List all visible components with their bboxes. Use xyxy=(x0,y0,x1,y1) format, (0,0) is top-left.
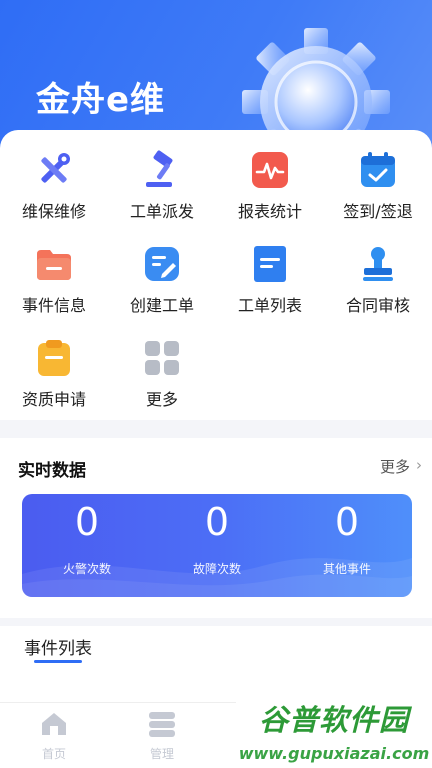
grid-item-label: 签到/签退 xyxy=(343,202,413,221)
feature-grid-card: 维保维修 工单派发 报表统计 签到/签退 事件信息 创建工单 工单列表 合同审核… xyxy=(0,130,432,420)
realtime-section: 实时数据 更多 › 0 火警次数 0 故障次数 0 其他事件 xyxy=(0,438,432,618)
gavel-icon xyxy=(142,150,182,190)
grid-item-label: 创建工单 xyxy=(129,296,194,315)
tab-event-list[interactable]: 事件列表 xyxy=(24,634,92,659)
stat-value: 0 xyxy=(334,500,360,544)
grid-item-contract-review[interactable]: 合同审核 xyxy=(324,244,432,316)
grid-item-qualification[interactable]: 资质申请 xyxy=(0,338,108,410)
grid-item-events[interactable]: 事件信息 xyxy=(0,244,108,316)
home-icon xyxy=(42,713,66,735)
grid-icon xyxy=(142,338,182,378)
grid-item-label: 更多 xyxy=(145,390,178,409)
grid-item-label: 维保维修 xyxy=(21,202,86,221)
section-title: 实时数据 xyxy=(18,461,86,481)
stat-label: 故障次数 xyxy=(192,562,241,576)
stat-faults[interactable]: 0 故障次数 xyxy=(152,498,282,577)
active-tab-indicator xyxy=(34,660,82,663)
grid-item-label: 工单列表 xyxy=(237,296,302,315)
watermark-title: 谷普软件园 xyxy=(236,700,432,740)
stat-fire-alarms[interactable]: 0 火警次数 xyxy=(22,498,152,577)
grid-item-more[interactable]: 更多 xyxy=(108,338,216,410)
folder-icon xyxy=(34,244,74,284)
more-link[interactable]: 更多 xyxy=(380,456,410,477)
stat-label: 其他事件 xyxy=(322,562,371,576)
watermark-url: www.gupuxiazai.com xyxy=(236,740,432,768)
grid-item-label: 资质申请 xyxy=(21,390,86,409)
database-icon xyxy=(149,712,175,737)
pulse-chart-icon xyxy=(250,150,290,190)
chevron-right-icon[interactable]: › xyxy=(416,456,422,474)
stat-value: 0 xyxy=(74,500,100,544)
tab-label: 管理 xyxy=(149,747,174,761)
stats-panel: 0 火警次数 0 故障次数 0 其他事件 xyxy=(22,494,412,597)
edit-doc-icon xyxy=(142,244,182,284)
stat-value: 0 xyxy=(204,500,230,544)
event-list-section: 事件列表 xyxy=(0,626,432,702)
site-watermark: 谷普软件园 www.gupuxiazai.com xyxy=(236,700,432,768)
grid-item-dispatch[interactable]: 工单派发 xyxy=(108,150,216,222)
stamp-icon xyxy=(358,244,398,284)
clipboard-icon xyxy=(34,338,74,378)
grid-item-label: 合同审核 xyxy=(345,296,410,315)
tab-manage[interactable]: 管理 xyxy=(122,711,202,762)
tools-icon xyxy=(34,150,74,190)
grid-item-label: 报表统计 xyxy=(237,202,302,221)
grid-item-order-list[interactable]: 工单列表 xyxy=(216,244,324,316)
list-doc-icon xyxy=(250,244,290,284)
grid-item-create-order[interactable]: 创建工单 xyxy=(108,244,216,316)
calendar-check-icon xyxy=(358,150,398,190)
grid-item-label: 事件信息 xyxy=(21,296,86,315)
app-title: 金舟e维 xyxy=(36,80,166,120)
tab-home[interactable]: 首页 xyxy=(14,711,94,762)
stat-other-events[interactable]: 0 其他事件 xyxy=(282,498,412,577)
grid-item-maintenance[interactable]: 维保维修 xyxy=(0,150,108,222)
grid-item-label: 工单派发 xyxy=(129,202,194,221)
stat-label: 火警次数 xyxy=(62,562,111,576)
grid-item-reports[interactable]: 报表统计 xyxy=(216,150,324,222)
tab-label: 首页 xyxy=(41,747,66,761)
grid-item-checkin[interactable]: 签到/签退 xyxy=(324,150,432,222)
